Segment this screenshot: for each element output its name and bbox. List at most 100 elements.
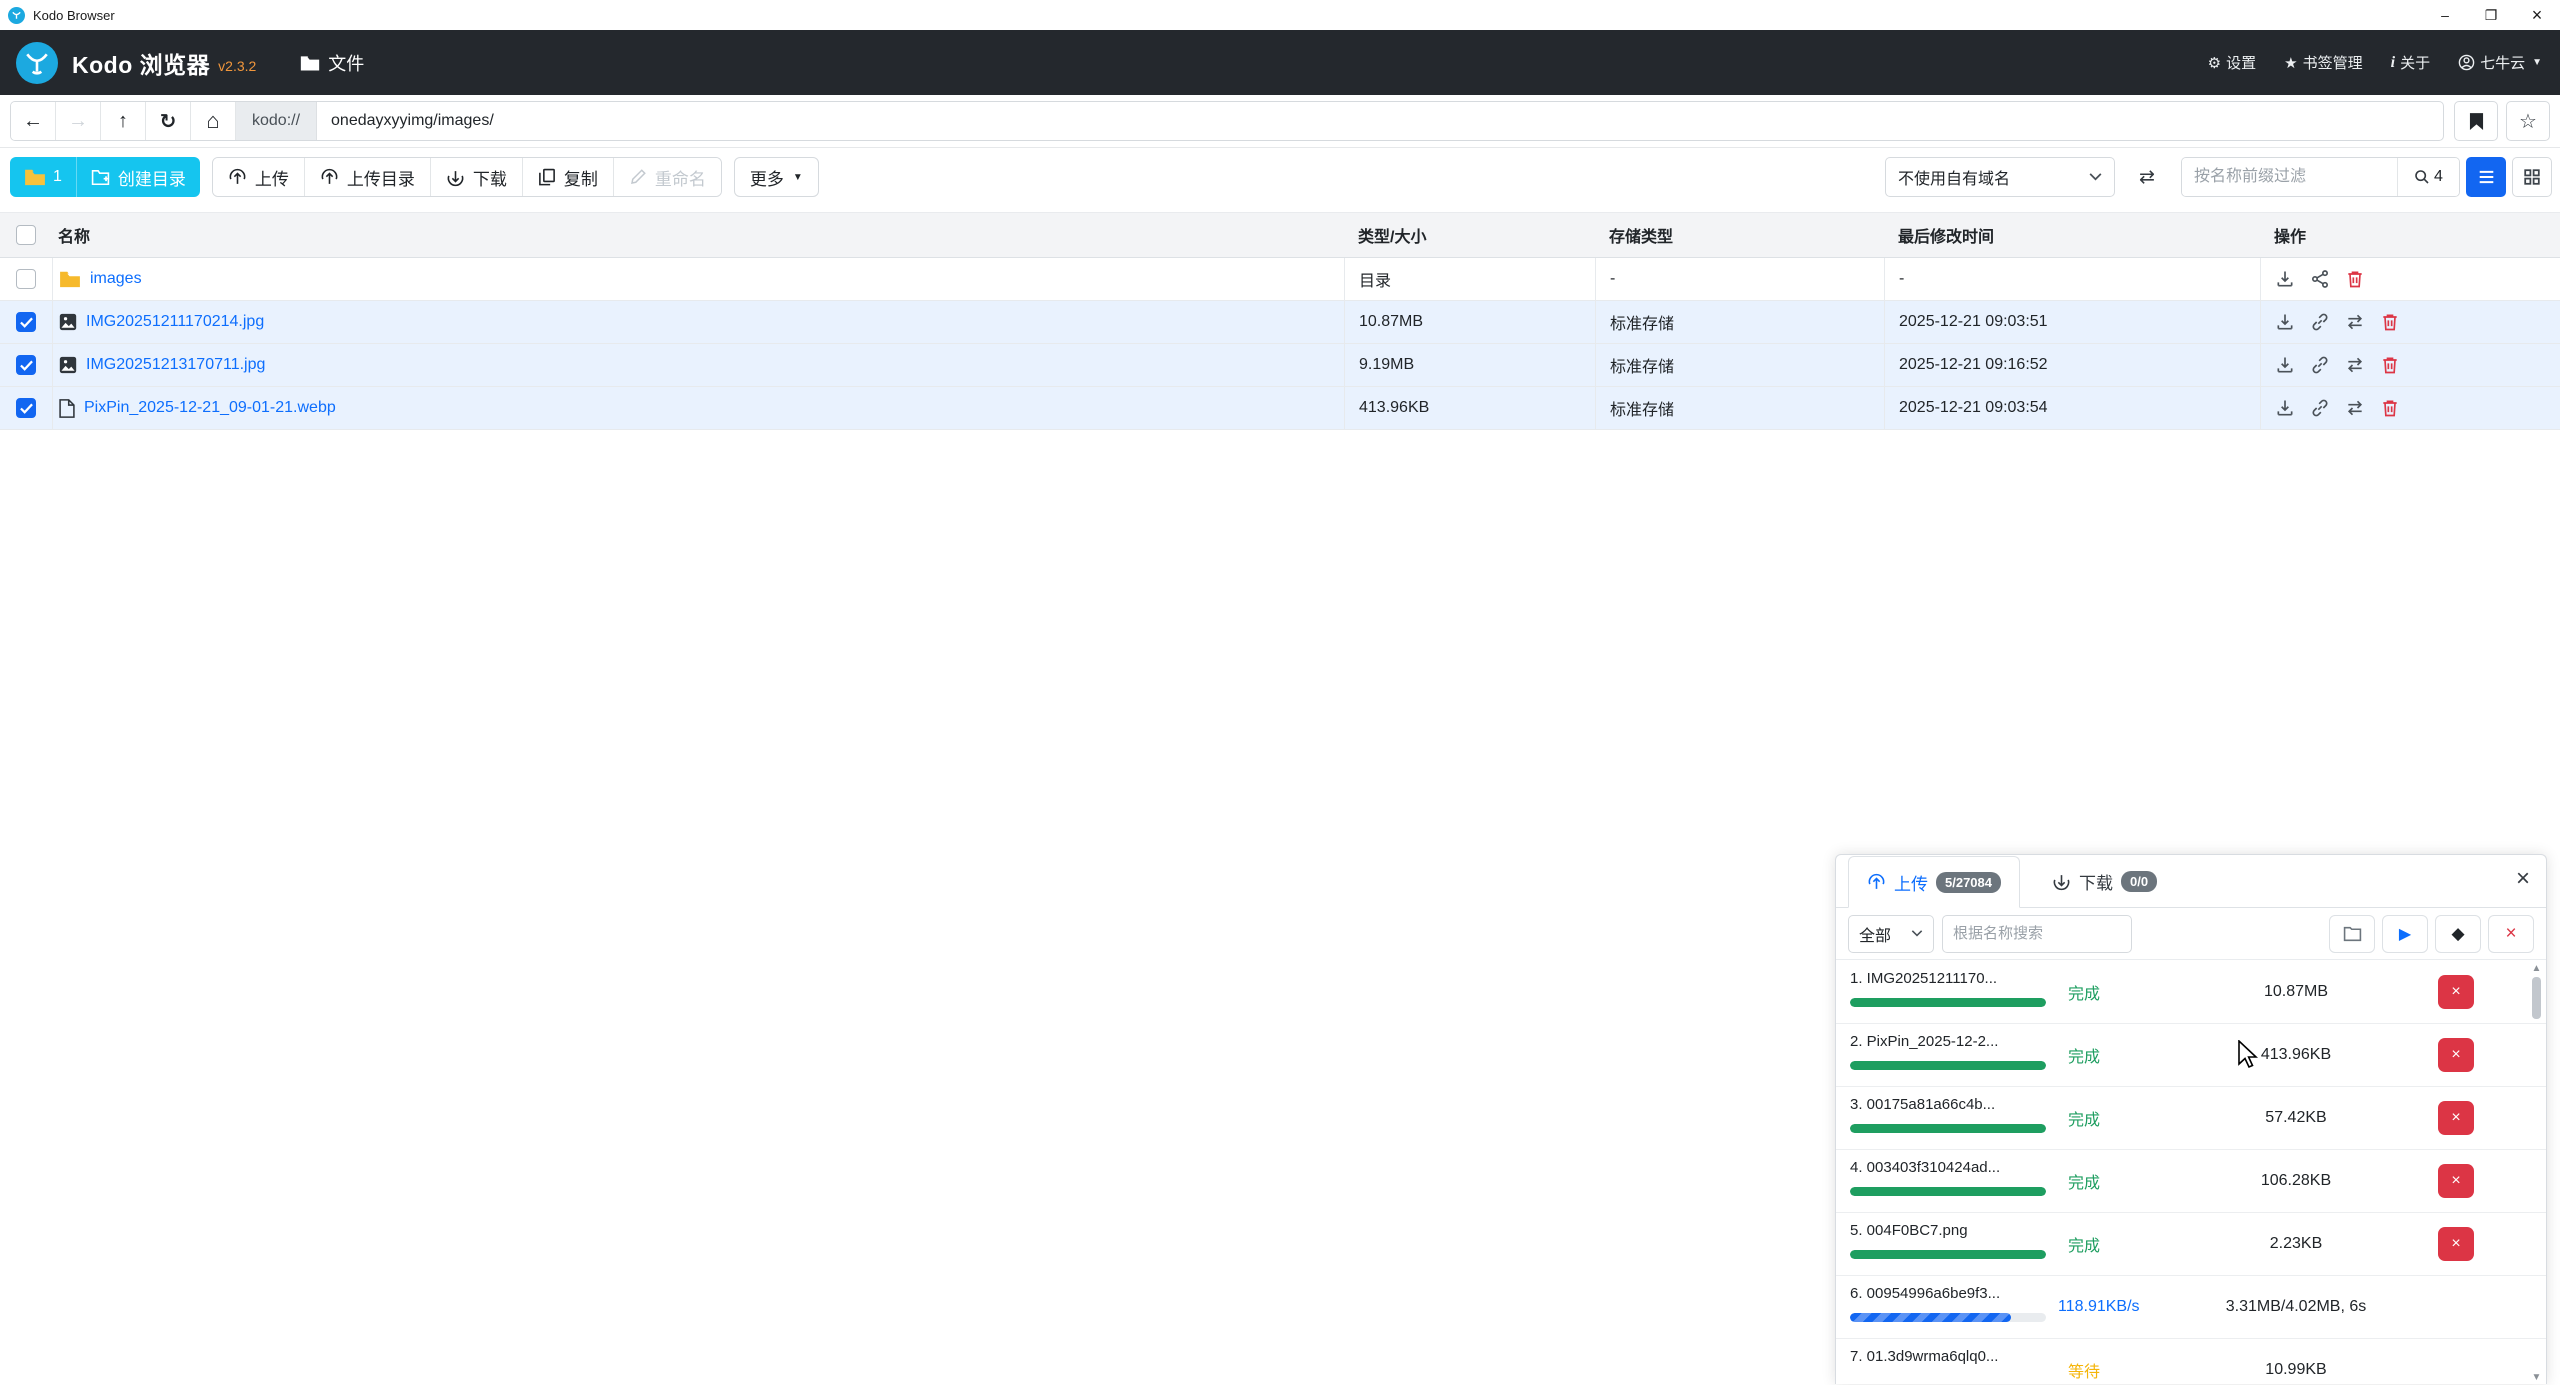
swap-icon[interactable] xyxy=(2345,398,2365,418)
remove-item-button[interactable]: × xyxy=(2438,1227,2474,1261)
row-checkbox[interactable] xyxy=(16,355,36,375)
menu-settings[interactable]: ⚙ 设置 xyxy=(2208,52,2256,73)
remove-item-button[interactable]: × xyxy=(2438,1038,2474,1072)
transfer-search-input[interactable] xyxy=(1942,915,2132,953)
create-dir-button[interactable]: 创建目录 xyxy=(77,165,200,190)
header-storage[interactable]: 存储类型 xyxy=(1595,213,1884,257)
search-count[interactable]: 4 xyxy=(2397,158,2459,196)
filter-input[interactable] xyxy=(2182,158,2397,196)
transfer-size: 3.31MB/4.02MB, 6s xyxy=(2166,1276,2426,1338)
menu-account[interactable]: 七牛云 ▼ xyxy=(2458,52,2542,73)
refresh-button[interactable]: ↻ xyxy=(146,102,191,140)
remove-item-button[interactable]: × xyxy=(2438,1101,2474,1135)
open-folder-button[interactable] xyxy=(2329,915,2375,953)
selected-count-chip[interactable]: 1 xyxy=(10,168,76,186)
progress-bar xyxy=(1850,998,2046,1007)
minimize-button[interactable]: – xyxy=(2422,0,2468,30)
rename-button[interactable]: 重命名 xyxy=(614,158,721,196)
header-type-size[interactable]: 类型/大小 xyxy=(1344,213,1595,257)
download-icon xyxy=(446,168,465,187)
scroll-down-icon[interactable]: ▼ xyxy=(2529,1372,2544,1383)
link-icon[interactable] xyxy=(2310,355,2330,375)
swap-icon[interactable] xyxy=(2345,312,2365,332)
folder-icon xyxy=(24,168,46,186)
menu-bookmarks[interactable]: ★ 书签管理 xyxy=(2284,52,2362,73)
table-row[interactable]: PixPin_2025-12-21_09-01-21.webp 413.96KB… xyxy=(0,387,2560,430)
row-checkbox[interactable] xyxy=(16,312,36,332)
download-icon[interactable] xyxy=(2275,269,2295,289)
table-row[interactable]: IMG20251211170214.jpg 10.87MB 标准存储 2025-… xyxy=(0,301,2560,344)
upload-dir-label: 上传目录 xyxy=(347,165,415,190)
table-row[interactable]: IMG20251213170711.jpg 9.19MB 标准存储 2025-1… xyxy=(0,344,2560,387)
transfer-scrollbar[interactable]: ▲ ▼ xyxy=(2529,963,2544,1383)
transfer-item-name: 7. 01.3d9wrma6qlq0... xyxy=(1850,1348,2058,1365)
back-button[interactable]: ← xyxy=(11,102,56,140)
table-row[interactable]: images 目录 - - xyxy=(0,258,2560,301)
download-icon[interactable] xyxy=(2275,355,2295,375)
more-button[interactable]: 更多 ▼ xyxy=(734,157,819,197)
window-title: Kodo Browser xyxy=(33,8,115,23)
progress-bar xyxy=(1850,1250,2046,1259)
os-titlebar: Kodo Browser – ❐ × xyxy=(0,0,2560,30)
remove-item-button[interactable]: × xyxy=(2438,975,2474,1009)
nav-files[interactable]: 文件 xyxy=(300,50,364,76)
upload-button[interactable]: 上传 xyxy=(213,158,305,196)
download-icon[interactable] xyxy=(2275,312,2295,332)
remove-item-button[interactable]: × xyxy=(2438,1164,2474,1198)
trash-icon[interactable] xyxy=(2380,312,2400,332)
domain-select-value: 不使用自有域名 xyxy=(1898,165,2010,189)
resume-all-button[interactable]: ▶ xyxy=(2382,915,2428,953)
file-link[interactable]: IMG20251211170214.jpg xyxy=(86,313,264,331)
home-button[interactable]: ⌂ xyxy=(191,102,236,140)
list-view-button[interactable] xyxy=(2466,157,2506,197)
address-path[interactable]: onedayxyyimg/images/ xyxy=(317,102,2443,140)
link-icon[interactable] xyxy=(2310,312,2330,332)
grid-view-button[interactable] xyxy=(2512,157,2552,197)
row-checkbox[interactable] xyxy=(16,269,36,289)
chevron-down-icon xyxy=(2089,173,2102,181)
close-button[interactable]: × xyxy=(2514,0,2560,30)
file-link[interactable]: images xyxy=(90,270,142,288)
header-modified[interactable]: 最后修改时间 xyxy=(1884,213,2260,257)
bucket-group: 1 创建目录 xyxy=(10,157,200,197)
cell-modified: 2025-12-21 09:16:52 xyxy=(1884,344,2260,386)
clear-finished-button[interactable]: ◆ xyxy=(2435,915,2481,953)
forward-button[interactable]: → xyxy=(56,102,101,140)
bookmark-button[interactable] xyxy=(2454,101,2498,141)
file-link[interactable]: PixPin_2025-12-21_09-01-21.webp xyxy=(84,399,336,417)
remove-all-button[interactable]: × xyxy=(2488,915,2534,953)
file-link[interactable]: IMG20251213170711.jpg xyxy=(86,356,265,374)
trash-icon[interactable] xyxy=(2380,398,2400,418)
download-icon[interactable] xyxy=(2275,398,2295,418)
maximize-button[interactable]: ❐ xyxy=(2468,0,2514,30)
download-button[interactable]: 下载 xyxy=(431,158,523,196)
domain-select[interactable]: 不使用自有域名 xyxy=(1885,157,2115,197)
copy-button[interactable]: 复制 xyxy=(523,158,614,196)
scroll-up-icon[interactable]: ▲ xyxy=(2529,963,2544,974)
favorite-button[interactable]: ☆ xyxy=(2506,101,2550,141)
domain-refresh-button[interactable]: ⇄ xyxy=(2123,157,2171,197)
swap-icon[interactable] xyxy=(2345,355,2365,375)
tab-upload[interactable]: 上传 5/27084 xyxy=(1848,856,2020,908)
link-icon[interactable] xyxy=(2310,398,2330,418)
trash-icon[interactable] xyxy=(2380,355,2400,375)
scrollbar-thumb[interactable] xyxy=(2532,977,2541,1019)
select-all-checkbox[interactable] xyxy=(16,225,36,245)
progress-bar xyxy=(1850,1187,2046,1196)
header-name[interactable]: 名称 xyxy=(52,213,1344,257)
upload-icon xyxy=(1867,873,1886,892)
progress-bar xyxy=(1850,1124,2046,1133)
menu-about[interactable]: i 关于 xyxy=(2391,52,2430,73)
transfer-size: 106.28KB xyxy=(2166,1150,2426,1212)
up-button[interactable]: ↑ xyxy=(101,102,146,140)
tab-download[interactable]: 下载 0/0 xyxy=(2034,855,2175,907)
transfer-close-button[interactable]: × xyxy=(2516,867,2530,891)
trash-icon[interactable] xyxy=(2345,269,2365,289)
share-icon[interactable] xyxy=(2310,269,2330,289)
row-checkbox[interactable] xyxy=(16,398,36,418)
image-file-icon xyxy=(59,313,77,331)
upload-dir-button[interactable]: 上传目录 xyxy=(305,158,431,196)
refresh-icon: ↻ xyxy=(160,109,177,134)
transfer-item: 1. IMG20251211170... 完成 10.87MB × xyxy=(1836,961,2546,1024)
status-filter-select[interactable]: 全部 xyxy=(1848,915,1934,953)
